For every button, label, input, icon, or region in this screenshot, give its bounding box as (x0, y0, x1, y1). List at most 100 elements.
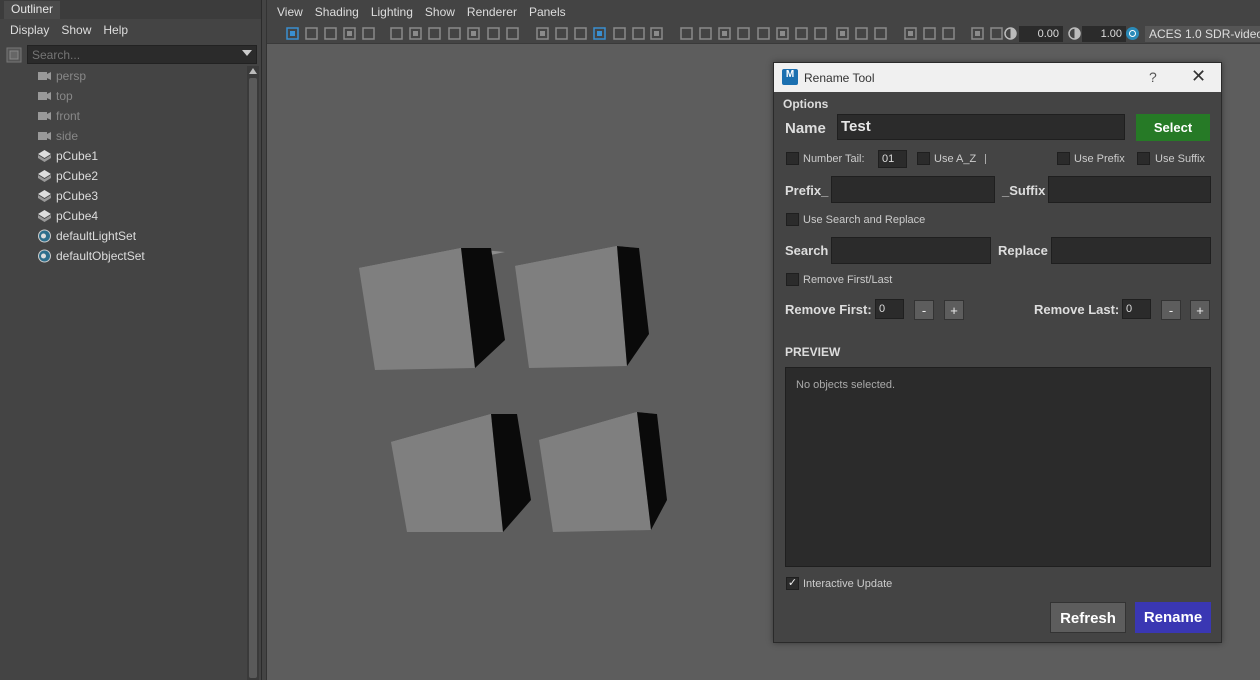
remove-first-plus-button[interactable]: + (944, 300, 964, 320)
use-prefix-checkbox[interactable] (1057, 152, 1070, 165)
filter-icon[interactable] (6, 47, 22, 63)
use-suffix-checkbox[interactable] (1137, 152, 1150, 165)
toolbar-tool-icon[interactable] (970, 26, 985, 41)
toolbar-tool-icon[interactable] (285, 26, 300, 41)
cube-pcube2[interactable] (515, 246, 649, 368)
toolbar-tool-icon[interactable] (922, 26, 937, 41)
toolbar-tool-icon[interactable] (698, 26, 713, 41)
toolbar-tool-icon[interactable] (342, 26, 357, 41)
toolbar-tool-icon[interactable] (361, 26, 376, 41)
toolbar-tool-icon[interactable] (554, 26, 569, 41)
use-az-checkbox[interactable] (917, 152, 930, 165)
separator (985, 154, 986, 164)
interactive-update-checkbox[interactable]: ✓ (786, 577, 799, 590)
menu-renderer[interactable]: Renderer (461, 5, 523, 19)
search-dropdown-icon[interactable] (242, 50, 252, 56)
toolbar-tool-icon[interactable] (427, 26, 442, 41)
outliner-item-pcube4[interactable]: pCube4 (0, 206, 248, 226)
prefix-input[interactable] (831, 176, 995, 203)
toolbar-tool-icon[interactable] (679, 26, 694, 41)
close-icon[interactable]: ✕ (1191, 66, 1206, 87)
outliner-item-pcube2[interactable]: pCube2 (0, 166, 248, 186)
toolbar-tool-icon[interactable] (408, 26, 423, 41)
outliner-item-defaultobjectset[interactable]: defaultObjectSet (0, 246, 248, 266)
name-input[interactable]: Test (837, 114, 1125, 140)
search-replace-checkbox[interactable] (786, 213, 799, 226)
toolbar-tool-icon[interactable] (447, 26, 462, 41)
outliner-item-top[interactable]: top (0, 86, 248, 106)
toolbar-tool-icon[interactable] (505, 26, 520, 41)
toolbar-tool-icon[interactable] (649, 26, 664, 41)
replace-input[interactable] (1051, 237, 1211, 264)
suffix-input[interactable] (1048, 176, 1211, 203)
toolbar-tool-icon[interactable] (835, 26, 850, 41)
select-button[interactable]: Select (1136, 114, 1210, 141)
number-tail-input[interactable]: 01 (878, 150, 907, 168)
cube-pcube4[interactable] (539, 412, 667, 532)
toolbar-tool-icon[interactable] (466, 26, 481, 41)
toolbar-tool-icon[interactable] (535, 26, 550, 41)
toolbar-tool-icon[interactable] (736, 26, 751, 41)
cube-pcube3[interactable] (391, 414, 531, 532)
toolbar-tool-icon[interactable] (717, 26, 732, 41)
help-icon[interactable]: ? (1149, 69, 1157, 85)
toolbar-tool-icon[interactable] (486, 26, 501, 41)
outliner-item-pcube3[interactable]: pCube3 (0, 186, 248, 206)
search-input[interactable] (831, 237, 991, 264)
outliner-item-front[interactable]: front (0, 106, 248, 126)
menu-display[interactable]: Display (4, 23, 55, 37)
toolbar-tool-icon[interactable] (903, 26, 918, 41)
toolbar-tool-icon[interactable] (941, 26, 956, 41)
menu-view[interactable]: View (271, 5, 309, 19)
menu-shading[interactable]: Shading (309, 5, 365, 19)
color-space-label[interactable]: ACES 1.0 SDR-video (s (1145, 26, 1260, 42)
toolbar-tool-icon[interactable] (304, 26, 319, 41)
number-tail-checkbox[interactable] (786, 152, 799, 165)
toolbar-tool-icon[interactable] (592, 26, 607, 41)
cube-pcube1[interactable] (359, 248, 505, 370)
replace-label: Replace (998, 243, 1048, 258)
gamma-field[interactable]: 1.00 (1082, 26, 1126, 42)
toolbar-tool-icon[interactable] (989, 26, 1004, 41)
preview-label: PREVIEW (785, 345, 841, 359)
remove-last-minus-button[interactable]: - (1161, 300, 1181, 320)
outliner-item-pcube1[interactable]: pCube1 (0, 146, 248, 166)
toolbar-tool-icon[interactable] (389, 26, 404, 41)
outliner-search-input[interactable] (27, 45, 257, 64)
exposure-icon[interactable] (1003, 26, 1018, 41)
toolbar-tool-icon[interactable] (573, 26, 588, 41)
toolbar-tool-icon[interactable] (813, 26, 828, 41)
remove-first-last-checkbox[interactable] (786, 273, 799, 286)
exposure-field[interactable]: 0.00 (1019, 26, 1063, 42)
gamma-icon[interactable] (1067, 26, 1082, 41)
outliner-item-label: defaultLightSet (56, 229, 137, 243)
toolbar-tool-icon[interactable] (794, 26, 809, 41)
menu-lighting[interactable]: Lighting (365, 5, 419, 19)
menu-show[interactable]: Show (419, 5, 461, 19)
dialog-titlebar[interactable]: M Rename Tool ? ✕ (774, 63, 1221, 92)
remove-first-input[interactable]: 0 (875, 299, 904, 319)
toolbar-tool-icon[interactable] (854, 26, 869, 41)
outliner-item-defaultlightset[interactable]: defaultLightSet (0, 226, 248, 246)
remove-first-minus-button[interactable]: - (914, 300, 934, 320)
refresh-button[interactable]: Refresh (1050, 602, 1126, 633)
toolbar-tool-icon[interactable] (631, 26, 646, 41)
toolbar-tool-icon[interactable] (873, 26, 888, 41)
remove-last-plus-button[interactable]: + (1190, 300, 1210, 320)
scroll-up-icon[interactable] (249, 68, 257, 74)
outliner-item-side[interactable]: side (0, 126, 248, 146)
outliner-scrollbar[interactable] (247, 66, 259, 680)
toolbar-tool-icon[interactable] (323, 26, 338, 41)
toolbar-tool-icon[interactable] (612, 26, 627, 41)
menu-panels[interactable]: Panels (523, 5, 572, 19)
outliner-tab[interactable]: Outliner (4, 1, 61, 19)
toolbar-tool-icon[interactable] (775, 26, 790, 41)
toolbar-tool-icon[interactable] (756, 26, 771, 41)
menu-show[interactable]: Show (55, 23, 97, 37)
color-management-icon[interactable] (1125, 26, 1140, 41)
rename-button[interactable]: Rename (1135, 602, 1211, 633)
remove-last-input[interactable]: 0 (1122, 299, 1151, 319)
outliner-item-persp[interactable]: persp (0, 66, 248, 86)
scroll-thumb[interactable] (249, 78, 257, 678)
menu-help[interactable]: Help (97, 23, 134, 37)
